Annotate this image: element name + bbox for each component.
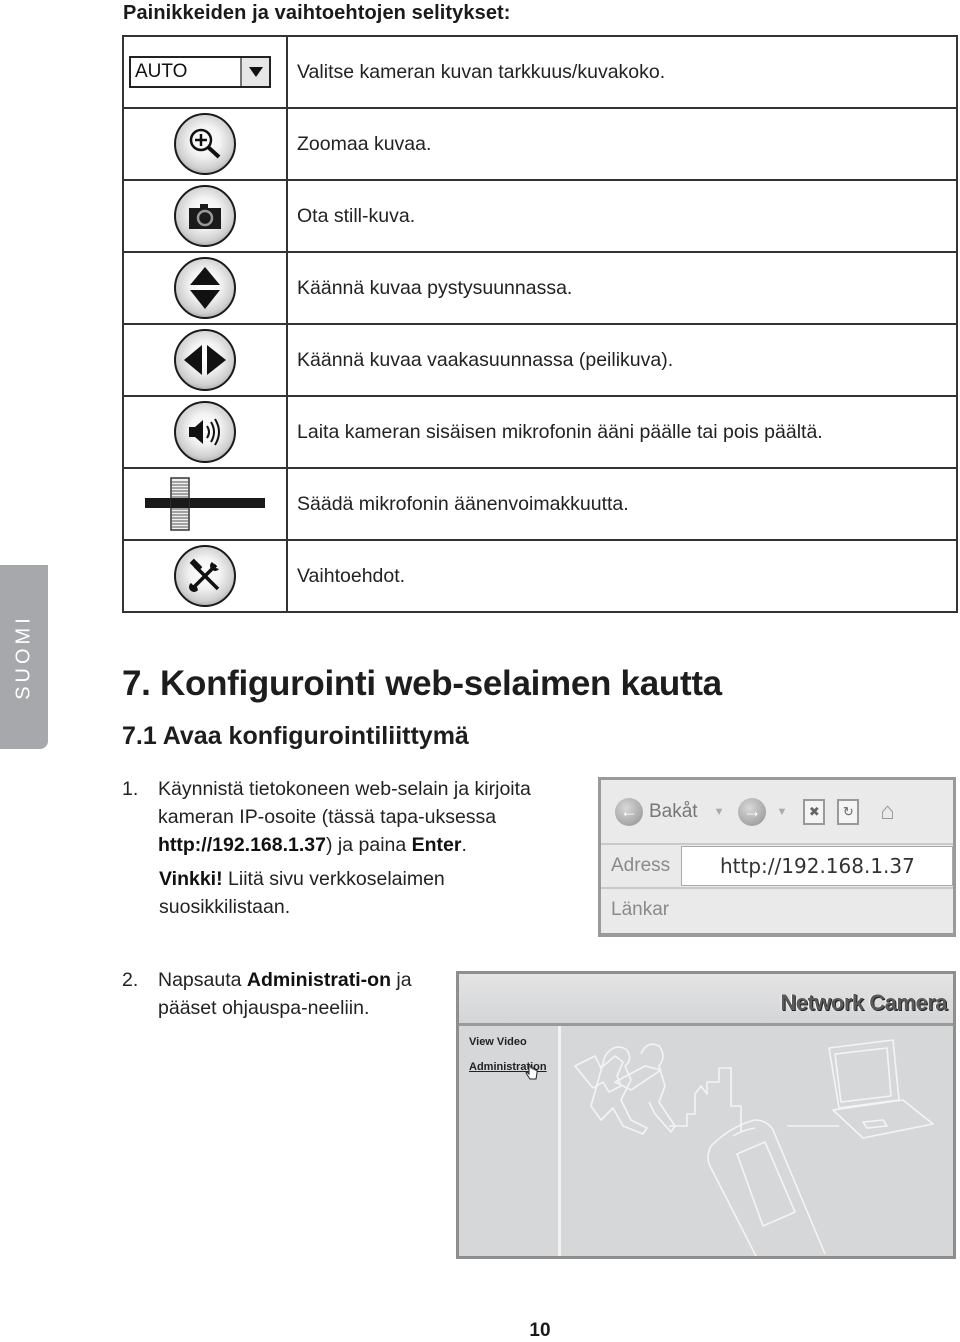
nav-view-video[interactable]: View Video [469, 1036, 558, 1048]
legend-description: Säädä mikrofonin äänenvoimakkuutta. [297, 492, 629, 515]
language-label: SUOMI [12, 614, 35, 700]
subsection-heading: 7.1 Avaa konfigurointiliittymä [122, 722, 469, 750]
address-input[interactable]: http://192.168.1.37 [681, 846, 953, 886]
flip-vertical-icon [174, 257, 236, 319]
legend-description: Laita kameran sisäisen mikrofonin ääni p… [297, 420, 823, 443]
legend-row-options: Vaihtoehdot. [124, 539, 956, 611]
legend-description: Vaihtoehdot. [297, 564, 406, 587]
legend-row-snapshot: Ota still-kuva. [124, 179, 956, 251]
step-1: 1. Käynnistä tietokoneen web-selain ja k… [122, 775, 562, 921]
step-number: 1. [122, 778, 139, 800]
administration-label: Administrati-on [246, 969, 391, 991]
netcam-title: Network Camera [780, 990, 947, 1015]
back-button-label[interactable]: Bakåt [649, 801, 698, 823]
step-text: . [461, 834, 467, 856]
language-side-tab: SUOMI [0, 565, 48, 749]
dropdown-arrow-icon[interactable] [240, 58, 269, 86]
ip-address: http://192.168.1.37 [158, 834, 326, 856]
legend-row-resolution: AUTO Valitse kameran kuvan tarkkuus/kuva… [124, 37, 956, 107]
flip-horizontal-icon [174, 329, 236, 391]
zoom-in-icon [174, 113, 236, 175]
netcam-screenshot: Network Camera View Video Administration [456, 971, 956, 1259]
legend-row-flip-vertical: Käännä kuvaa pystysuunnassa. [124, 251, 956, 323]
volume-slider-icon [145, 477, 265, 531]
back-dropdown-icon[interactable]: ▼ [714, 806, 725, 818]
netcam-nav: View Video Administration [459, 1026, 561, 1256]
legend-description: Valitse kameran kuvan tarkkuus/kuvakoko. [297, 60, 666, 83]
page-number: 10 [529, 1320, 551, 1341]
legend-table: AUTO Valitse kameran kuvan tarkkuus/kuva… [122, 35, 958, 613]
netcam-header: Network Camera [459, 974, 953, 1026]
step-text: Käynnistä tietokoneen web-selain ja kirj… [158, 778, 531, 828]
speaker-icon [174, 401, 236, 463]
legend-title: Painikkeiden ja vaihtoehtojen selitykset… [123, 2, 511, 24]
home-icon[interactable]: ⌂ [873, 798, 901, 826]
step-number: 2. [122, 969, 139, 991]
step-2: 2. Napsauta Administrati-on ja pääset oh… [122, 966, 452, 1022]
tip: Vinkki! Liitä sivu verkkoselaimen suosik… [122, 865, 562, 921]
back-arrow-icon[interactable]: ← [615, 797, 643, 826]
legend-row-volume: Säädä mikrofonin äänenvoimakkuutta. [124, 467, 956, 539]
legend-row-speaker: Laita kameran sisäisen mikrofonin ääni p… [124, 395, 956, 467]
nav-administration[interactable]: Administration [469, 1061, 558, 1073]
legend-row-flip-horizontal: Käännä kuvaa vaakasuunnassa (peilikuva). [124, 323, 956, 395]
legend-description: Zoomaa kuvaa. [297, 132, 432, 155]
camera-icon [174, 185, 236, 247]
legend-description: Käännä kuvaa pystysuunnassa. [297, 276, 573, 299]
legend-description: Käännä kuvaa vaakasuunnassa (peilikuva). [297, 348, 674, 371]
section-heading: 7. Konfigurointi web-selaimen kautta [122, 664, 722, 703]
refresh-icon[interactable]: ↻ [837, 798, 860, 825]
forward-arrow-icon[interactable]: → [738, 797, 767, 826]
legend-description: Ota still-kuva. [297, 204, 416, 227]
browser-screenshot: ← Bakåt ▼ → ▼ ✖ ↻ ⌂ Adress http://192.16… [598, 777, 956, 937]
enter-key-label: Enter [411, 834, 462, 856]
address-label: Adress [611, 855, 671, 876]
hand-cursor-icon [525, 1065, 538, 1080]
netcam-illustration [561, 1026, 953, 1259]
links-bar[interactable]: Länkar [601, 889, 953, 931]
browser-toolbar: ← Bakåt ▼ → ▼ ✖ ↻ ⌂ [601, 780, 953, 845]
illustration-graphic [574, 1039, 934, 1259]
step-text: ) ja paina [326, 834, 412, 856]
resolution-select-value: AUTO [135, 61, 188, 82]
forward-dropdown-icon[interactable]: ▼ [776, 806, 787, 818]
resolution-select[interactable]: AUTO [129, 56, 271, 88]
address-bar: Adress http://192.168.1.37 [601, 845, 953, 889]
tip-label: Vinkki! [159, 868, 223, 890]
tools-icon [174, 545, 236, 607]
step-text: Napsauta [158, 969, 247, 991]
stop-icon[interactable]: ✖ [803, 798, 826, 825]
legend-row-zoom: Zoomaa kuvaa. [124, 107, 956, 179]
